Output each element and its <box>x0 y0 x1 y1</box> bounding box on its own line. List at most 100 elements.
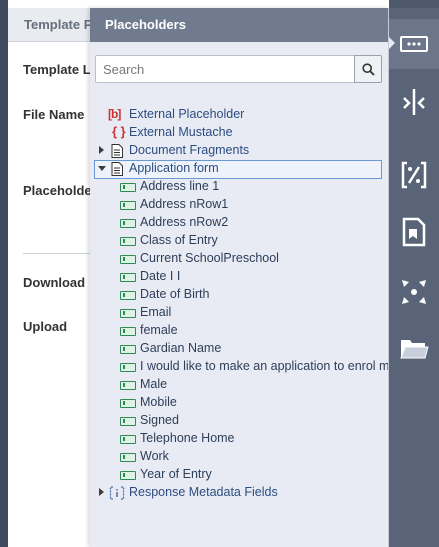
search-input[interactable] <box>95 55 355 83</box>
placeholder-tree: [b] External Placeholder { } External Mu… <box>90 106 389 502</box>
folder-toolbar-button[interactable] <box>389 323 439 373</box>
field-label: Year of Entry <box>140 467 212 481</box>
active-pointer <box>389 37 395 49</box>
field-label: Address line 1 <box>140 179 220 193</box>
field-label: Address nRow2 <box>140 215 229 229</box>
field-label: Gardian Name <box>140 341 222 355</box>
field-label: Telephone Home <box>140 431 235 445</box>
text-field-icon <box>120 327 136 336</box>
tree-item-label: Application form <box>129 161 219 175</box>
search-box <box>95 55 382 83</box>
field-label: female <box>140 323 178 337</box>
field-item[interactable]: Address line 1 <box>90 178 388 196</box>
field-label: Signed <box>140 413 179 427</box>
application-form-fields: Address line 1 Address nRow1 Address nRow2… <box>90 178 389 484</box>
text-field-icon <box>120 219 136 228</box>
field-item[interactable]: Class of Entry <box>90 232 388 250</box>
text-field-icon <box>120 201 136 210</box>
metadata-brackets-icon <box>109 486 125 500</box>
field-item[interactable]: Date of Birth <box>90 286 388 304</box>
tree-item-application-form[interactable]: Application form <box>90 160 388 179</box>
toolbar-top-edge <box>389 0 439 8</box>
mustache-braces-icon: { } <box>112 124 126 139</box>
field-item[interactable]: Signed <box>90 412 388 430</box>
field-item[interactable]: Work <box>90 448 388 466</box>
placeholders-toolbar-button[interactable] <box>389 19 439 69</box>
divider <box>23 253 93 254</box>
field-item[interactable]: Year of Entry <box>90 466 388 484</box>
tree-item-external-mustache[interactable]: { } External Mustache <box>90 124 388 142</box>
bookmark-document-toolbar-button[interactable] <box>389 207 439 257</box>
search-icon <box>362 63 375 76</box>
field-item[interactable]: Gardian Name <box>90 340 388 358</box>
field-item[interactable]: female <box>90 322 388 340</box>
collapse-arrow-icon[interactable] <box>98 166 106 171</box>
merge-icon <box>403 89 425 115</box>
panel-header: Placeholders <box>90 8 388 42</box>
text-field-icon <box>120 183 136 192</box>
left-edge-strip <box>0 0 8 547</box>
expand-toolbar-button[interactable] <box>389 267 439 317</box>
text-field-icon <box>120 417 136 426</box>
placeholders-panel: Placeholders [b] External Placeholder { … <box>90 8 389 547</box>
field-item[interactable]: Address nRow1 <box>90 196 388 214</box>
tree-item-external-placeholder[interactable]: [b] External Placeholder <box>90 106 388 124</box>
text-field-icon <box>120 309 136 318</box>
text-field-icon <box>120 381 136 390</box>
bookmark-document-icon <box>402 217 426 247</box>
search-button[interactable] <box>354 55 382 83</box>
tree-item-label: External Mustache <box>129 125 233 139</box>
panel-title: Placeholders <box>105 17 186 32</box>
field-item[interactable]: Current SchoolPreschool <box>90 250 388 268</box>
field-item[interactable]: Date I I <box>90 268 388 286</box>
folder-icon <box>400 340 429 359</box>
field-label: Date I I <box>140 269 181 283</box>
template-header-title: Template P <box>24 17 93 32</box>
tree-item-label: Document Fragments <box>129 143 250 157</box>
file-name-label: File Name <box>23 107 85 122</box>
tree-item-document-fragments[interactable]: Document Fragments <box>90 142 388 160</box>
field-label: Male <box>140 377 168 391</box>
expand-arrow-icon[interactable] <box>99 146 104 154</box>
placeholders-label: Placeholder <box>23 183 97 198</box>
text-field-icon <box>120 291 136 300</box>
text-field-icon <box>120 237 136 246</box>
text-field-icon <box>120 345 136 354</box>
field-label: Current SchoolPreschool <box>140 251 279 265</box>
document-icon <box>111 144 123 158</box>
text-field-icon <box>120 363 136 372</box>
text-field-icon <box>120 435 136 444</box>
field-label: Work <box>140 449 169 463</box>
field-label: I would like to make an application to e… <box>140 359 389 373</box>
text-field-icon <box>120 453 136 462</box>
document-icon <box>111 162 123 176</box>
field-item[interactable]: Address nRow2 <box>90 214 388 232</box>
field-item[interactable]: Telephone Home <box>90 430 388 448</box>
text-field-icon <box>120 255 136 264</box>
field-label: Email <box>140 305 172 319</box>
download-label[interactable]: Download <box>23 275 85 290</box>
field-label: Date of Birth <box>140 287 210 301</box>
right-toolbar <box>389 0 439 547</box>
template-label: Template L <box>23 62 91 77</box>
expand-arrow-icon[interactable] <box>99 488 104 496</box>
formula-icon <box>401 161 427 189</box>
field-item[interactable]: Male <box>90 376 388 394</box>
field-item[interactable]: Email <box>90 304 388 322</box>
upload-label[interactable]: Upload <box>23 319 67 334</box>
formula-toolbar-button[interactable] <box>389 150 439 200</box>
field-label: Class of Entry <box>140 233 218 247</box>
text-field-icon <box>120 399 136 408</box>
field-label: Address nRow1 <box>140 197 229 211</box>
field-item[interactable]: Mobile <box>90 394 388 412</box>
field-item[interactable]: I would like to make an application to e… <box>90 358 389 376</box>
tree-item-label: Response Metadata Fields <box>129 485 278 499</box>
expand-arrows-icon <box>402 280 426 304</box>
template-header: Template P <box>8 8 100 42</box>
tree-item-response-metadata[interactable]: Response Metadata Fields <box>90 484 388 502</box>
merge-toolbar-button[interactable] <box>389 77 439 127</box>
placeholders-icon <box>400 36 428 52</box>
field-label: Mobile <box>140 395 177 409</box>
external-placeholder-icon: [b] <box>108 107 121 121</box>
text-field-icon <box>120 471 136 480</box>
